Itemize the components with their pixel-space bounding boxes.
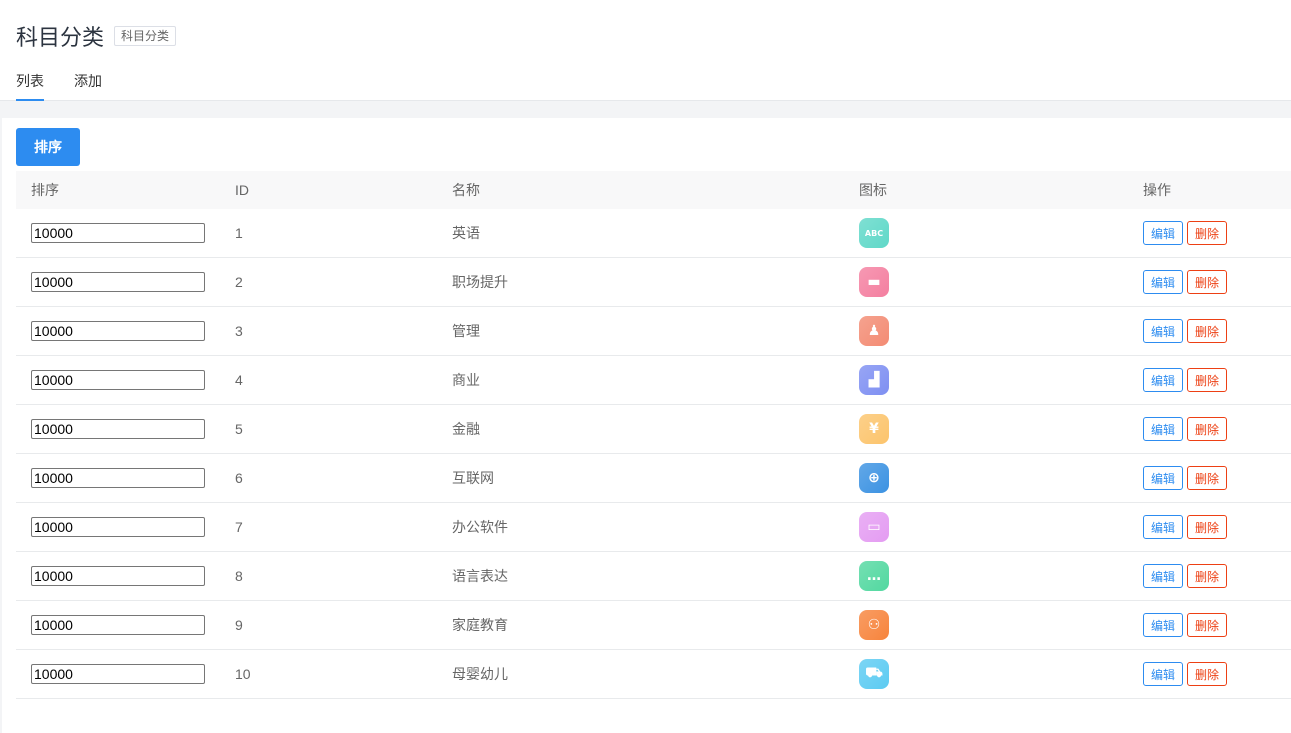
monitor-icon: ▭ [859,512,889,542]
globe-icon: ⊕ [859,463,889,493]
row-name: 互联网 [452,470,494,486]
bar-chart-icon: ▟ [859,365,889,395]
row-name: 金融 [452,421,480,437]
row-name: 职场提升 [452,274,508,290]
sort-input[interactable] [31,468,205,488]
row-name: 语言表达 [452,568,508,584]
sort-input[interactable] [31,517,205,537]
sort-button[interactable]: 排序 [16,128,80,166]
delete-button[interactable]: 删除 [1187,564,1228,588]
row-id: 6 [235,470,243,486]
table-header: 排序 ID 名称 图标 操作 [16,171,1291,209]
table-row: 8 语言表达 … 编辑 删除 [16,552,1291,601]
content-card: 排序 排序 ID 名称 图标 操作 1 英语 ABC 编辑 删除 2 职场提升 … [2,118,1291,733]
sort-input[interactable] [31,321,205,341]
family-icon: ⚇ [859,610,889,640]
edit-button[interactable]: 编辑 [1143,368,1184,392]
row-name: 母婴幼儿 [452,666,508,682]
delete-button[interactable]: 删除 [1187,515,1228,539]
edit-button[interactable]: 编辑 [1143,319,1184,343]
sort-input[interactable] [31,272,205,292]
briefcase-icon: ▬ [859,267,889,297]
col-actions: 操作 [1143,182,1171,198]
yen-coin-icon: ¥ [859,414,889,444]
col-id: ID [235,182,249,198]
edit-button[interactable]: 编辑 [1143,662,1184,686]
tab-list[interactable]: 列表 [16,71,44,101]
table-row: 3 管理 ♟ 编辑 删除 [16,307,1291,356]
table-row: 7 办公软件 ▭ 编辑 删除 [16,503,1291,552]
baby-stroller-icon: ⛟ [859,659,889,689]
row-id: 7 [235,519,243,535]
row-name: 办公软件 [452,519,508,535]
row-id: 1 [235,225,243,241]
delete-button[interactable]: 删除 [1187,368,1228,392]
tab-add[interactable]: 添加 [74,71,102,101]
row-id: 5 [235,421,243,437]
edit-button[interactable]: 编辑 [1143,221,1184,245]
edit-button[interactable]: 编辑 [1143,466,1184,490]
delete-button[interactable]: 删除 [1187,221,1228,245]
table-row: 1 英语 ABC 编辑 删除 [16,209,1291,258]
row-id: 9 [235,617,243,633]
sort-input[interactable] [31,566,205,586]
chat-bubble-icon: … [859,561,889,591]
abc-blocks-icon: ABC [859,218,889,248]
row-name: 商业 [452,372,480,388]
table-row: 9 家庭教育 ⚇ 编辑 删除 [16,601,1291,650]
sort-input[interactable] [31,223,205,243]
table-row: 5 金融 ¥ 编辑 删除 [16,405,1291,454]
sort-input[interactable] [31,615,205,635]
title-tag: 科目分类 [114,26,177,46]
page-header: 科目分类 科目分类 列表 添加 [0,0,1291,101]
col-icon: 图标 [859,182,887,198]
row-id: 2 [235,274,243,290]
delete-button[interactable]: 删除 [1187,319,1228,343]
edit-button[interactable]: 编辑 [1143,564,1184,588]
page-title: 科目分类 [16,25,105,50]
category-table: 排序 ID 名称 图标 操作 1 英语 ABC 编辑 删除 2 职场提升 ▬ 编… [16,171,1291,699]
row-id: 10 [235,666,251,682]
row-id: 8 [235,568,243,584]
delete-button[interactable]: 删除 [1187,466,1228,490]
col-sort: 排序 [31,182,59,198]
sort-input[interactable] [31,370,205,390]
delete-button[interactable]: 删除 [1187,417,1228,441]
row-name: 家庭教育 [452,617,508,633]
delete-button[interactable]: 删除 [1187,270,1228,294]
table-row: 2 职场提升 ▬ 编辑 删除 [16,258,1291,307]
delete-button[interactable]: 删除 [1187,662,1228,686]
table-row: 4 商业 ▟ 编辑 删除 [16,356,1291,405]
col-name: 名称 [452,182,480,198]
row-id: 3 [235,323,243,339]
row-name: 管理 [452,323,480,339]
edit-button[interactable]: 编辑 [1143,417,1184,441]
sort-input[interactable] [31,419,205,439]
edit-button[interactable]: 编辑 [1143,515,1184,539]
table-row: 10 母婴幼儿 ⛟ 编辑 删除 [16,650,1291,699]
delete-button[interactable]: 删除 [1187,613,1228,637]
person-icon: ♟ [859,316,889,346]
table-row: 6 互联网 ⊕ 编辑 删除 [16,454,1291,503]
edit-button[interactable]: 编辑 [1143,270,1184,294]
sort-input[interactable] [31,664,205,684]
row-id: 4 [235,372,243,388]
row-name: 英语 [452,225,480,241]
edit-button[interactable]: 编辑 [1143,613,1184,637]
